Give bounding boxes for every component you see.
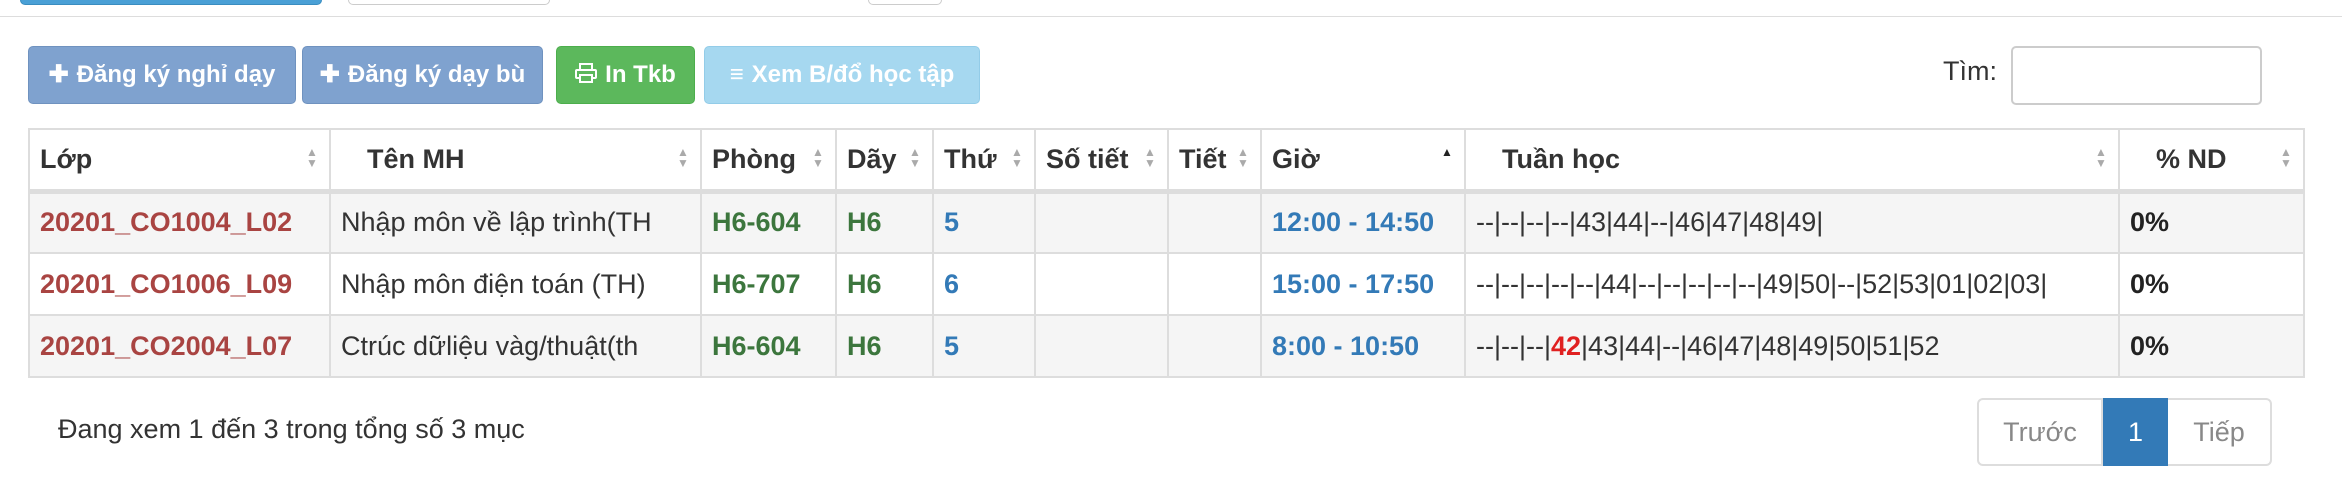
- current-week: 42: [1551, 330, 1582, 361]
- cell-tiet: [1167, 252, 1262, 316]
- register-makeup-button[interactable]: ✚ Đăng ký dạy bù: [302, 46, 543, 104]
- print-icon-svg: [575, 62, 598, 83]
- schedule-table: Lớp ▲ ▼ Tên MH ▲ ▼ Phòng ▲ ▼ Dãy ▲ ▼ Thứ ▲ ▼ Số ti…: [28, 128, 2305, 378]
- col-header-label: Tuần học: [1502, 143, 1620, 174]
- col-header-gio[interactable]: Giờ ▲▼: [1260, 128, 1466, 194]
- col-header-label: Tiết: [1179, 143, 1227, 174]
- register-off-label: Đăng ký nghỉ dạy: [76, 61, 276, 88]
- cell-nd: 0%: [2118, 190, 2305, 254]
- top-tab[interactable]: [868, 0, 942, 5]
- cell-tuan-hoc: --|--|--|42|43|44|--|46|47|48|49|50|51|5…: [1464, 314, 2120, 378]
- table-row[interactable]: 20201_CO2004_L07 Ctrúc dữliệu vàg/thuật(…: [28, 314, 2305, 378]
- col-header-label: Dãy: [847, 143, 897, 174]
- col-header-so-tiet[interactable]: Số tiết ▲ ▼: [1034, 128, 1169, 194]
- sort-icon: ▲ ▼: [1144, 145, 1156, 171]
- cell-lop: 20201_CO1004_L02: [28, 190, 331, 254]
- cell-thu: 5: [932, 190, 1036, 254]
- sort-icon: ▲ ▼: [1011, 145, 1023, 171]
- cell-ten-mh: Ctrúc dữliệu vàg/thuật(th: [329, 314, 702, 378]
- cell-day: H6: [835, 252, 934, 316]
- cell-nd: 0%: [2118, 314, 2305, 378]
- search-input[interactable]: [2011, 46, 2262, 105]
- cell-thu: 5: [932, 314, 1036, 378]
- prev-page-button[interactable]: Trước: [1977, 398, 2103, 466]
- sort-icon: ▲ ▼: [2280, 145, 2292, 171]
- sort-icon: ▲ ▼: [1237, 145, 1249, 171]
- col-header-ten-mh[interactable]: Tên MH ▲ ▼: [329, 128, 702, 194]
- register-off-button[interactable]: ✚ Đăng ký nghỉ dạy: [28, 46, 296, 104]
- sort-icon: ▲ ▼: [306, 145, 318, 171]
- sort-icon: ▲ ▼: [812, 145, 824, 171]
- cell-day: H6: [835, 314, 934, 378]
- plus-icon: ✚: [319, 61, 340, 88]
- previous-content-strip: [0, 0, 2342, 17]
- view-study-button[interactable]: ≡ Xem B/đổ học tập: [704, 46, 980, 104]
- cell-so-tiet: [1034, 190, 1169, 254]
- col-header-phong[interactable]: Phòng ▲ ▼: [700, 128, 837, 194]
- col-header-label: Giờ: [1272, 143, 1320, 174]
- cell-so-tiet: [1034, 314, 1169, 378]
- cell-thu: 6: [932, 252, 1036, 316]
- cell-tuan-hoc: --|--|--|--|--|44|--|--|--|--|--|49|50|-…: [1464, 252, 2120, 316]
- cell-gio: 12:00 - 14:50: [1260, 190, 1466, 254]
- cell-ten-mh: Nhập môn về lập trình(TH: [329, 190, 702, 254]
- col-header-label: Số tiết: [1046, 143, 1129, 174]
- plus-icon: ✚: [48, 61, 69, 88]
- col-header-thu[interactable]: Thứ ▲ ▼: [932, 128, 1036, 194]
- list-icon: ≡: [729, 61, 744, 88]
- sort-icon: ▲ ▼: [677, 145, 689, 171]
- cell-ten-mh: Nhập môn điện toán (TH): [329, 252, 702, 316]
- cell-lop: 20201_CO2004_L07: [28, 314, 331, 378]
- sort-icon: ▲ ▼: [2095, 145, 2107, 171]
- col-header-label: Lớp: [40, 143, 93, 174]
- next-page-button[interactable]: Tiếp: [2168, 398, 2272, 466]
- cell-gio: 8:00 - 10:50: [1260, 314, 1466, 378]
- cell-tiet: [1167, 190, 1262, 254]
- col-header-label: Thứ: [944, 143, 997, 174]
- register-makeup-label: Đăng ký dạy bù: [347, 61, 526, 88]
- cell-day: H6: [835, 190, 934, 254]
- pagination: Trước 1 Tiếp: [1977, 398, 2272, 466]
- cell-phong: H6-604: [700, 190, 837, 254]
- table-info: Đang xem 1 đến 3 trong tổng số 3 mục: [58, 414, 525, 444]
- print-icon: [575, 62, 598, 88]
- print-button[interactable]: In Tkb: [556, 46, 695, 104]
- cell-lop: 20201_CO1006_L09: [28, 252, 331, 316]
- col-header-lop[interactable]: Lớp ▲ ▼: [28, 128, 331, 194]
- col-header-label: Phòng: [712, 143, 796, 174]
- cell-gio: 15:00 - 17:50: [1260, 252, 1466, 316]
- cell-phong: H6-707: [700, 252, 837, 316]
- table-row[interactable]: 20201_CO1004_L02 Nhập môn về lập trình(T…: [28, 190, 2305, 254]
- table-header-row: Lớp ▲ ▼ Tên MH ▲ ▼ Phòng ▲ ▼ Dãy ▲ ▼ Thứ ▲ ▼ Số ti…: [28, 128, 2305, 194]
- print-label: In Tkb: [605, 61, 676, 88]
- sort-asc-icon: ▲▼: [1441, 145, 1453, 160]
- page-1-button[interactable]: 1: [2103, 398, 2168, 466]
- cell-tuan-hoc: --|--|--|--|43|44|--|46|47|48|49|: [1464, 190, 2120, 254]
- col-header-label: Tên MH: [367, 143, 465, 174]
- col-header-nd[interactable]: % ND ▲ ▼: [2118, 128, 2305, 194]
- weeks-text: --|--|--|--|--|44|--|--|--|--|--|49|50|-…: [1476, 268, 2048, 299]
- weeks-text: |43|44|--|46|47|48|49|50|51|52: [1581, 330, 1940, 361]
- col-header-tuan-hoc[interactable]: Tuần học ▲ ▼: [1464, 128, 2120, 194]
- table-row[interactable]: 20201_CO1006_L09 Nhập môn điện toán (TH)…: [28, 252, 2305, 316]
- search-label: Tìm:: [1943, 56, 1997, 86]
- weeks-text: --|--|--|: [1476, 330, 1551, 361]
- col-header-tiet[interactable]: Tiết ▲ ▼: [1167, 128, 1262, 194]
- view-study-label: Xem B/đổ học tập: [751, 61, 955, 88]
- cell-phong: H6-604: [700, 314, 837, 378]
- weeks-text: --|--|--|--|43|44|--|46|47|48|49|: [1476, 207, 1824, 238]
- cell-nd: 0%: [2118, 252, 2305, 316]
- top-tab[interactable]: [20, 0, 322, 5]
- cell-tiet: [1167, 314, 1262, 378]
- sort-icon: ▲ ▼: [909, 145, 921, 171]
- cell-so-tiet: [1034, 252, 1169, 316]
- col-header-day[interactable]: Dãy ▲ ▼: [835, 128, 934, 194]
- col-header-label: % ND: [2156, 143, 2227, 174]
- top-tab[interactable]: [348, 0, 550, 5]
